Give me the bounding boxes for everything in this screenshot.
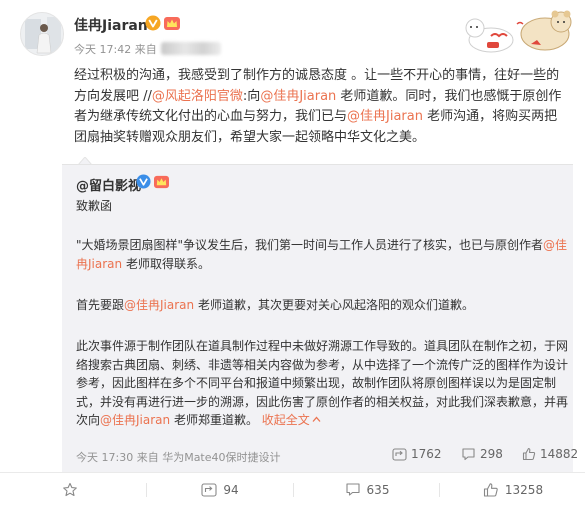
quote-time[interactable]: 今天 17:30 — [76, 451, 133, 464]
post-time[interactable]: 今天 17:42 — [74, 43, 131, 56]
comment-count: 635 — [366, 482, 390, 497]
quote-like-count[interactable]: 14882 — [522, 447, 578, 461]
favorite-button[interactable] — [0, 473, 146, 505]
repost-icon — [392, 447, 407, 461]
comment-button[interactable]: 635 — [294, 473, 440, 505]
mention-link[interactable]: @佳冉Jiaran — [124, 298, 194, 312]
like-button[interactable]: 13258 — [440, 473, 585, 505]
quote-repost-count[interactable]: 1762 — [392, 447, 442, 461]
quote-text-part: "大婚场景团扇图样"争议发生后，我们第一时间与工作人员进行了核实，也已与原创作者 — [76, 238, 544, 252]
quote-text-part: 老师郑重道歉。 — [170, 413, 258, 427]
member-crown-icon[interactable] — [163, 15, 181, 31]
post-action-bar: 94 635 13258 — [0, 472, 585, 505]
quote-source: 来自 华为Mate40保时捷设计 — [136, 451, 281, 464]
mention-link[interactable]: @佳冉Jiaran — [347, 109, 423, 124]
post-meta: 今天 17:42 来自 — [74, 41, 221, 57]
quote-comment-value: 298 — [480, 447, 503, 461]
mention-link[interactable]: @佳冉Jiaran — [100, 413, 170, 427]
post-text: 经过积极的沟通，我感受到了制作方的诚恳态度 。让一些不开心的事情，往好一些的方向… — [74, 66, 570, 148]
verified-v-icon — [145, 15, 161, 31]
quote-author-name[interactable]: @留白影视 — [76, 175, 141, 194]
member-crown-icon[interactable] — [153, 174, 170, 189]
repost-button[interactable]: 94 — [147, 473, 293, 505]
quote-paragraph: 首先要跟@佳冉Jiaran 老师道歉，其次更要对关心风起洛阳的观众们道歉。 — [76, 296, 572, 315]
blurred-source — [160, 42, 221, 55]
post-source-prefix: 来自 — [134, 43, 157, 56]
collapse-label: 收起全文 — [261, 413, 310, 427]
author-avatar[interactable] — [20, 12, 64, 56]
quote-text-part: 老师取得联系。 — [122, 256, 210, 271]
like-thumb-icon — [483, 482, 498, 497]
author-name[interactable]: 佳冉Jiaran — [74, 15, 148, 35]
quote-comment-count[interactable]: 298 — [461, 447, 503, 461]
up-arrow-icon — [312, 416, 321, 422]
quote-subtitle: 致歉函 — [76, 199, 113, 213]
quote-paragraph: "大婚场景团扇图样"争议发生后，我们第一时间与工作人员进行了核实，也已与原创作者… — [76, 236, 572, 273]
quote-text-part: 首先要跟 — [76, 298, 125, 312]
quote-meta: 今天 17:30 来自 华为Mate40保时捷设计 — [76, 449, 281, 465]
card-decoration-illustration — [465, 10, 572, 53]
post-text-part: :向 — [242, 88, 261, 104]
mention-link[interactable]: @佳冉Jiaran — [260, 89, 336, 104]
repost-count: 94 — [223, 482, 239, 497]
like-count: 13258 — [504, 482, 544, 497]
like-thumb-icon — [522, 447, 536, 461]
mention-link[interactable]: @风起洛阳官微 — [152, 89, 243, 104]
quote-text-part: 老师道歉，其次更要对关心风起洛阳的观众们道歉。 — [194, 298, 474, 312]
comment-icon — [345, 483, 360, 496]
repost-icon — [201, 482, 217, 497]
weibo-post-card: 佳冉Jiaran 今天 17:42 来自 经过积极的沟通，我感受到了制作方的诚恳… — [0, 0, 585, 505]
quote-paragraph: 此次事件源于制作团队在道具制作过程中未做好溯源工作导致的。道具团队在制作之初，于… — [76, 337, 572, 430]
quote-like-value: 14882 — [540, 447, 579, 461]
comment-icon — [462, 448, 475, 461]
favorite-star-icon — [63, 482, 77, 496]
quote-repost-value: 1762 — [411, 447, 442, 461]
verified-v-icon — [136, 174, 151, 189]
collapse-full-text-link[interactable]: 收起全文 — [262, 413, 321, 427]
